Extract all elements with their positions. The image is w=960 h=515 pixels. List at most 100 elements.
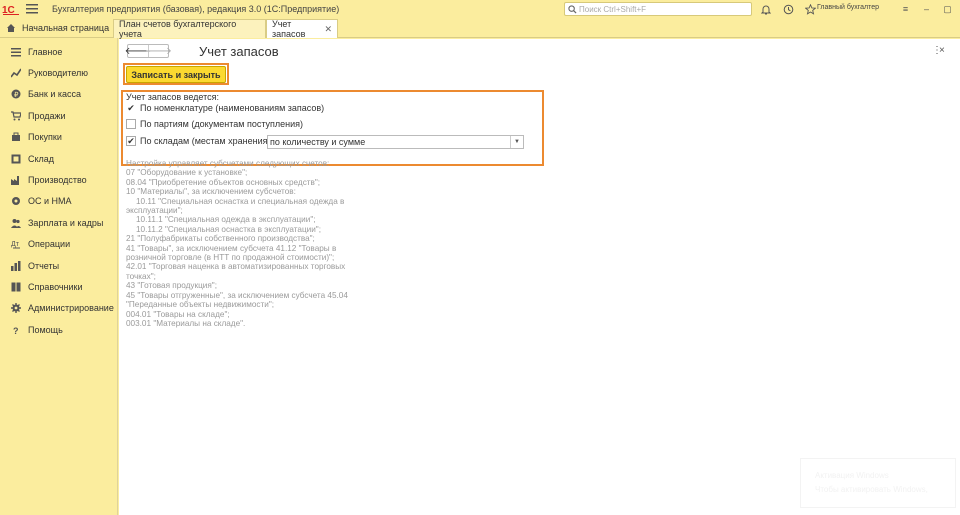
info-line: 41 "Товары", за исключением субсчета 41.…	[126, 243, 337, 253]
option-batches-label[interactable]: По партиям (документам поступления)	[140, 119, 303, 129]
info-line: 08.04 "Приобретение объектов основных ср…	[126, 177, 321, 187]
bell-icon[interactable]	[755, 0, 777, 18]
info-line: розничной торговле (в НТТ по продажной с…	[126, 253, 335, 263]
svg-text:1С: 1С	[2, 5, 15, 15]
info-line: 10 "Материалы", за исключением субсчетов…	[126, 187, 296, 197]
sidebar-item-assets[interactable]: ОС и НМА	[0, 191, 117, 212]
cart-icon	[10, 110, 22, 122]
sidebar-item-administration[interactable]: Администрирование	[0, 298, 117, 319]
user-name[interactable]: Главный бухгалтер	[817, 4, 879, 11]
home-icon	[7, 24, 15, 32]
close-form-icon[interactable]: ×	[939, 45, 945, 56]
history-icon[interactable]	[777, 0, 799, 18]
sidebar-item-label: Зарплата и кадры	[28, 217, 104, 228]
info-line: 10.11.2 "Специальная оснастка в эксплуат…	[136, 224, 321, 234]
info-line: точках";	[126, 271, 156, 281]
svg-text:Дт: Дт	[11, 241, 20, 248]
sidebar-item-warehouse[interactable]: Склад	[0, 148, 117, 169]
chevron-down-icon[interactable]: ▼	[510, 136, 523, 148]
menu-icon	[10, 46, 22, 58]
info-line: Настройка управляет субсчетами следующих…	[126, 159, 330, 168]
tab-label: План счетов бухгалтерского учета	[119, 19, 237, 39]
factory-icon	[10, 174, 22, 186]
history-navigation: 🡐 🡒	[125, 44, 172, 58]
group-title: Учет запасов ведется:	[126, 92, 219, 102]
toast-line: Чтобы активировать Windows,	[815, 485, 928, 494]
warehouse-icon	[10, 153, 22, 165]
sidebar-item-label: Операции	[28, 239, 71, 250]
sidebar-item-production[interactable]: Производство	[0, 169, 117, 190]
people-icon	[10, 217, 22, 229]
top-bar: 1С Бухгалтерия предприятия (базовая), ре…	[0, 0, 960, 18]
option-nomenclature-label: По номенклатуре (наименованиям запасов)	[140, 103, 325, 113]
option-warehouses-label[interactable]: По складам (местам хранения):	[140, 136, 273, 146]
option-nomenclature-row: ✔ По номенклатуре (наименованиям запасов…	[126, 102, 325, 114]
tab-home-label: Начальная страница	[22, 23, 110, 33]
book-icon	[10, 281, 22, 293]
info-line: эксплуатации";	[126, 206, 183, 216]
sidebar-item-director[interactable]: Руководителю	[0, 62, 117, 83]
sidebar-item-reports[interactable]: Отчеты	[0, 255, 117, 276]
sidebar-item-main[interactable]: Главное	[0, 41, 117, 62]
search-placeholder: Поиск Ctrl+Shift+F	[579, 4, 647, 14]
info-line: 003.01 "Материалы на складе".	[126, 318, 246, 328]
sidebar-item-label: Справочники	[28, 281, 83, 292]
activation-toast: Активация Windows Чтобы активировать Win…	[800, 458, 956, 508]
checkmark-icon: ✔	[127, 102, 135, 113]
basket-icon	[10, 131, 22, 143]
save-and-close-button[interactable]: Записать и закрыть	[126, 66, 226, 83]
sidebar-item-label: Склад	[28, 153, 55, 164]
info-line: 10.11 "Специальная оснастка и специальна…	[136, 196, 345, 206]
sidebar-item-label: Главное	[28, 46, 63, 57]
warehouses-checkbox[interactable]: ✔	[126, 136, 136, 146]
app-logo[interactable]: 1С	[0, 0, 22, 18]
sidebar-item-label: Помощь	[28, 324, 63, 335]
settings-menu-button[interactable]: ≡	[895, 0, 916, 18]
maximize-button[interactable]: ▢	[937, 0, 958, 18]
gear-icon	[10, 302, 22, 314]
warehouse-mode-value: по количеству и сумме	[270, 137, 366, 147]
sidebar-item-label: Отчеты	[28, 260, 60, 271]
sidebar: Главное Руководителю ₽ Банк и касса Прод…	[0, 38, 118, 515]
warehouse-mode-select[interactable]: по количеству и сумме ▼	[267, 135, 524, 149]
sidebar-item-label: Руководителю	[28, 68, 89, 79]
svg-text:?: ?	[13, 326, 19, 335]
option-warehouses-row: ✔ По складам (местам хранения):	[126, 136, 273, 146]
search-input[interactable]: Поиск Ctrl+Shift+F	[564, 2, 752, 16]
sidebar-item-sales[interactable]: Продажи	[0, 105, 117, 126]
info-line: 45 "Товары отгруженные", за исключением …	[126, 290, 348, 300]
chart-icon	[10, 67, 22, 79]
toast-line: Активация Windows	[815, 471, 889, 480]
sidebar-item-purchases[interactable]: Покупки	[0, 127, 117, 148]
sidebar-item-label: Производство	[28, 175, 87, 186]
info-line: 42.01 "Торговая наценка в автоматизирова…	[126, 262, 346, 272]
asset-icon	[10, 195, 22, 207]
sidebar-item-operations[interactable]: Дт Операции	[0, 234, 117, 255]
sidebar-item-label: ОС и НМА	[28, 196, 72, 207]
main-menu-icon[interactable]	[22, 0, 42, 18]
sidebar-item-bank[interactable]: ₽ Банк и касса	[0, 84, 117, 105]
forward-arrow-icon[interactable]: 🡒	[145, 45, 172, 57]
sidebar-item-references[interactable]: Справочники	[0, 276, 117, 297]
info-line: 43 "Готовая продукция";	[126, 281, 217, 291]
report-icon	[10, 260, 22, 272]
tab-inventory-accounting[interactable]: Учет запасов ✕	[266, 19, 338, 39]
help-icon: ?	[10, 324, 22, 336]
sidebar-item-help[interactable]: ? Помощь	[0, 319, 117, 340]
close-tab-icon[interactable]: ✕	[324, 24, 332, 35]
info-line: 10.11.1 "Специальная одежда в эксплуатац…	[136, 215, 316, 225]
info-text: Настройка управляет субсчетами следующих…	[126, 159, 366, 328]
sidebar-item-salary[interactable]: Зарплата и кадры	[0, 212, 117, 233]
logo-1c-icon: 1С	[2, 5, 19, 15]
info-line: "Переданные объекты недвижимости";	[126, 300, 275, 310]
info-line: 004.01 "Товары на складе";	[126, 309, 230, 319]
page-title: Учет запасов	[199, 44, 279, 59]
app-title: Бухгалтерия предприятия (базовая), редак…	[52, 4, 340, 14]
tab-home[interactable]: Начальная страница	[0, 18, 112, 38]
batches-checkbox[interactable]	[126, 119, 136, 129]
tabs-bar: Начальная страница План счетов бухгалтер…	[0, 18, 960, 39]
coin-icon: ₽	[10, 88, 22, 100]
tab-chart-of-accounts[interactable]: План счетов бухгалтерского учета	[113, 19, 266, 39]
minimize-button[interactable]: –	[916, 0, 937, 18]
sidebar-item-label: Продажи	[28, 110, 66, 121]
